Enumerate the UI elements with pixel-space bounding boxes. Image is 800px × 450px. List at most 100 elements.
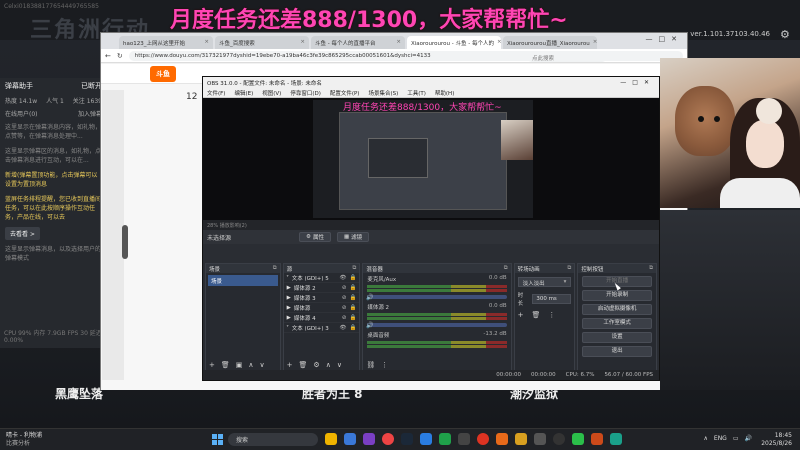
trash-icon[interactable]: 🗑 [221,361,230,369]
dock-menu-icon[interactable]: ⧉ [649,265,653,272]
app-icon[interactable] [534,433,546,445]
network-icon[interactable]: ▭ [733,435,739,442]
window-controls[interactable]: —□✕ [646,35,683,43]
app-icon[interactable] [420,433,432,445]
app-icon[interactable] [591,433,603,445]
back-icon[interactable]: ← [105,52,111,60]
up-icon[interactable]: ∧ [248,361,253,369]
taskbar-search[interactable]: 搜索 [228,433,318,446]
start-recording-button[interactable]: 开始录制 [582,290,652,301]
trash-icon[interactable]: 🗑 [532,311,541,319]
app-icon[interactable] [458,433,470,445]
chrome-icon[interactable] [382,433,394,445]
close-icon[interactable]: × [497,39,501,46]
store-icon[interactable] [344,433,356,445]
menu-profile[interactable]: 配置文件(P) [330,89,360,97]
eye-hidden-icon[interactable]: ⊘ [342,295,347,301]
gear-icon[interactable]: ⚙ [780,28,792,41]
gear-icon[interactable]: ⚙ [313,361,319,369]
lock-icon[interactable]: 🔒 [349,285,356,291]
menu-file[interactable]: 文件(F) [207,89,225,97]
settings-button[interactable]: 设置 [582,332,652,343]
more-icon[interactable]: ⋮ [381,361,388,369]
studio-mode-button[interactable]: 工作室模式 [582,318,652,329]
app-icon[interactable] [572,433,584,445]
source-item[interactable]: ▶ 媒体源 ⊘ 🔒 [283,303,360,313]
dock-menu-icon[interactable]: ⧉ [567,265,571,272]
obs-preview[interactable]: 月度任务还差888/1300，大家帮帮忙~ [203,98,659,220]
speaker-icon[interactable]: 🔊 [366,294,373,301]
eye-icon[interactable]: 👁 [339,325,346,331]
browser-tab-active[interactable]: Xiaorourourou - 斗鱼 - 每个人的 × [407,36,501,49]
source-item[interactable]: ▶ 媒体源 4 ⊘ 🔒 [283,313,360,323]
speaker-icon[interactable]: 🔊 [745,435,752,442]
filters-button[interactable]: ▦ 滤镜 [336,232,370,242]
volume-slider[interactable]: 🔊 [366,294,507,301]
app-icon[interactable] [496,433,508,445]
menu-view[interactable]: 视图(V) [262,89,281,97]
link-icon[interactable]: ⛓ [366,361,375,369]
add-icon[interactable]: + [209,361,215,369]
refresh-icon[interactable]: ↻ [117,52,123,60]
menu-edit[interactable]: 编辑(E) [234,89,253,97]
app-icon[interactable] [363,433,375,445]
close-icon[interactable]: × [396,39,401,46]
source-item[interactable]: ▶ 媒体源 2 ⊘ 🔒 [283,283,360,293]
app-icon[interactable] [515,433,527,445]
add-icon[interactable]: + [518,311,524,319]
menu-tools[interactable]: 工具(T) [407,89,426,97]
duration-input[interactable]: 300 ms [532,294,572,304]
drag-handle[interactable] [122,225,128,259]
browser-tab[interactable]: 斗鱼 - 每个人的直播平台 × [311,36,405,49]
transition-select[interactable]: 淡入淡出 ▾ [517,277,572,287]
wechat-icon[interactable] [439,433,451,445]
clock[interactable]: 18:45 2025/8/26 [761,432,792,448]
netease-music-icon[interactable] [477,433,489,445]
dock-menu-icon[interactable]: ⧉ [504,265,508,272]
join-danmaku-tab[interactable]: 加入弹幕 [78,109,102,118]
down-icon[interactable]: ∨ [260,361,265,369]
steam-icon[interactable] [401,433,413,445]
weather-widget[interactable]: 晴卡 - 利物浦 比赛分析 [6,432,42,448]
obs-icon[interactable] [553,433,565,445]
source-item[interactable]: ᵀ 文本 (GDI+) 3 👁 🔒 [283,323,360,333]
trash-icon[interactable]: 🗑 [299,361,308,369]
volume-slider[interactable]: 🔊 [366,322,507,329]
virtual-camera-button[interactable]: 启动虚拟摄像机 [582,304,652,315]
properties-button[interactable]: ⚙ 属性 [299,232,331,242]
scene-item[interactable]: 场景 [208,275,278,286]
filter-icon[interactable]: ▣ [236,361,243,369]
close-icon[interactable]: × [204,39,209,46]
eye-hidden-icon[interactable]: ⊘ [342,315,347,321]
close-icon[interactable]: × [300,39,305,46]
down-icon[interactable]: ∨ [337,361,342,369]
close-icon[interactable]: × [593,39,597,46]
file-explorer-icon[interactable] [325,433,337,445]
chevron-up-icon[interactable]: ∧ [704,435,708,442]
up-icon[interactable]: ∧ [326,361,331,369]
app-icon[interactable] [610,433,622,445]
window-controls[interactable]: —□✕ [620,79,655,86]
exit-button[interactable]: 退出 [582,346,652,357]
menu-scene-collection[interactable]: 场景集合(S) [368,89,398,97]
eye-icon[interactable]: 👁 [339,275,346,281]
add-icon[interactable]: + [287,361,293,369]
lock-icon[interactable]: 🔒 [349,325,356,331]
lock-icon[interactable]: 🔒 [349,315,356,321]
lock-icon[interactable]: 🔒 [349,295,356,301]
lock-icon[interactable]: 🔒 [349,275,356,281]
online-users-tab[interactable]: 在线用户(0) [5,109,38,118]
menu-help[interactable]: 帮助(H) [435,89,454,97]
more-icon[interactable]: ⋮ [548,311,555,319]
source-item[interactable]: ᵀ 文本 (GDI+) 5 👁 🔒 [283,273,360,283]
lock-icon[interactable]: 🔒 [349,305,356,311]
browser-tab[interactable]: Xiaorourourou直播_Xiaorourou × [503,36,597,49]
eye-hidden-icon[interactable]: ⊘ [342,305,347,311]
windows-start-icon[interactable] [212,434,223,445]
language-indicator[interactable]: ENG [714,435,727,442]
dock-menu-icon[interactable]: ⧉ [352,265,356,272]
browser-search-input[interactable]: 点此搜索 [527,52,607,62]
see-more-button[interactable]: 去看看 > [5,227,40,240]
browser-tab[interactable]: 斗鱼_百度搜索 × [215,36,309,49]
menu-docks[interactable]: 停靠窗口(D) [290,89,321,97]
